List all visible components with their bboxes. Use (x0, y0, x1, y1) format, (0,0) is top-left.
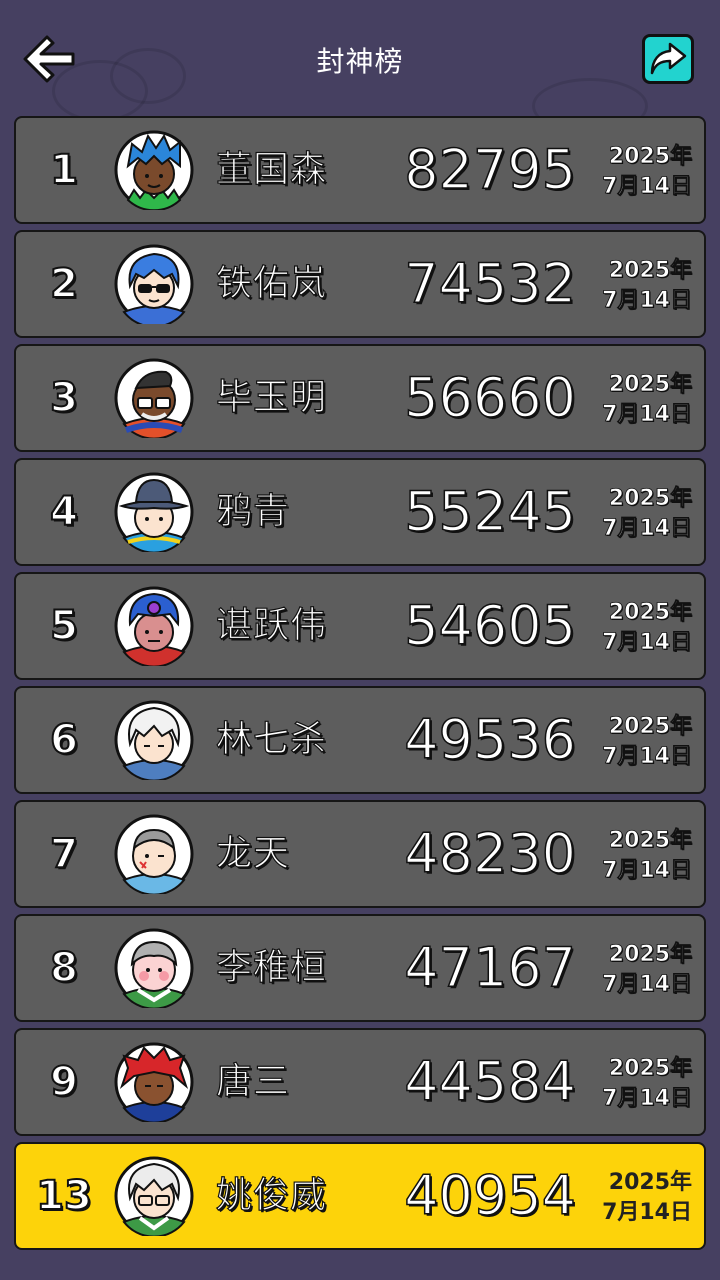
avatar (114, 244, 194, 324)
score-date: 2025年 7月14日 (582, 826, 693, 886)
player-name: 林七杀 (215, 718, 328, 760)
date-year: 2025年 (608, 144, 692, 170)
score-date: 2025年 7月14日 (582, 940, 693, 1000)
date-year: 2025年 (608, 600, 692, 626)
avatar (114, 928, 194, 1008)
rank-number: 9 (49, 1058, 79, 1106)
score-date: 2025年 7月14日 (582, 484, 693, 544)
player-score: 74532 (403, 251, 576, 316)
date-day: 7月14日 (602, 744, 693, 770)
avatar (114, 814, 194, 894)
score-date: 2025年 7月14日 (582, 370, 693, 430)
share-arrow-icon (650, 42, 687, 75)
date-day: 7月14日 (602, 1200, 692, 1225)
player-score: 44584 (403, 1049, 576, 1114)
leaderboard-row[interactable]: 6 林七杀 49536 2025年 7月14日 (14, 686, 706, 794)
player-score: 47167 (403, 935, 576, 1000)
date-day: 7月14日 (602, 288, 693, 314)
leaderboard-row[interactable]: 7 龙天 48230 2025年 7月14日 (14, 800, 706, 908)
player-score: 56660 (403, 365, 576, 430)
leaderboard-row[interactable]: 9 唐三 44584 2025年 7月14日 (14, 1028, 706, 1136)
avatar (114, 472, 194, 552)
player-name: 唐三 (215, 1060, 291, 1102)
leaderboard-row[interactable]: 3 毕玉明 56660 2025年 7月14日 (14, 344, 706, 452)
player-score: 40954 (403, 1163, 576, 1228)
rank-number: 1 (49, 146, 79, 194)
player-score: 55245 (403, 479, 576, 544)
player-name: 姚俊威 (215, 1174, 328, 1216)
date-day: 7月14日 (602, 402, 693, 428)
player-name: 李稚桓 (215, 946, 328, 988)
leaderboard-row[interactable]: 8 李稚桓 47167 2025年 7月14日 (14, 914, 706, 1022)
date-year: 2025年 (608, 372, 692, 398)
avatar (114, 1042, 194, 1122)
rank-number: 8 (49, 944, 79, 992)
rank-number: 2 (49, 260, 79, 308)
date-year: 2025年 (608, 942, 692, 968)
page-title: 封神榜 (316, 45, 404, 78)
share-button[interactable] (642, 34, 694, 84)
date-day: 7月14日 (602, 174, 693, 200)
date-day: 7月14日 (602, 1086, 693, 1112)
avatar (114, 358, 194, 438)
date-year: 2025年 (608, 714, 692, 740)
rank-number: 6 (49, 716, 79, 764)
score-date: 2025年 7月14日 (582, 598, 693, 658)
current-player-row[interactable]: 13 姚俊威 40954 2025年 7月14日 (14, 1142, 706, 1250)
score-date: 2025年 7月14日 (582, 142, 693, 202)
avatar (114, 1156, 194, 1236)
player-score: 49536 (403, 707, 576, 772)
date-year: 2025年 (608, 1170, 692, 1195)
rank-number: 7 (49, 830, 79, 878)
player-score: 82795 (403, 137, 576, 202)
score-date: 2025年 7月14日 (582, 712, 693, 772)
date-day: 7月14日 (602, 858, 693, 884)
player-name: 毕玉明 (215, 376, 328, 418)
date-year: 2025年 (608, 828, 692, 854)
leaderboard-row[interactable]: 2 铁佑岚 74532 2025年 7月14日 (14, 230, 706, 338)
player-name: 谌跃伟 (215, 604, 328, 646)
leaderboard-row[interactable]: 1 董国森 82795 2025年 7月14日 (14, 116, 706, 224)
score-date: 2025年 7月14日 (582, 256, 693, 316)
date-day: 7月14日 (602, 630, 693, 656)
player-score: 48230 (403, 821, 576, 886)
date-year: 2025年 (608, 258, 692, 284)
date-day: 7月14日 (602, 972, 693, 998)
date-year: 2025年 (608, 1056, 692, 1082)
rank-number: 4 (49, 488, 79, 536)
player-name: 鸦青 (215, 490, 291, 532)
date-day: 7月14日 (602, 516, 693, 542)
player-name: 董国森 (215, 148, 328, 190)
leaderboard-screen: 封神榜 1 董国森 82795 2025年 7月14日 2 铁佑岚 74532 … (0, 0, 720, 1280)
rank-number: 13 (35, 1172, 93, 1220)
date-year: 2025年 (608, 486, 692, 512)
leaderboard-row[interactable]: 5 谌跃伟 54605 2025年 7月14日 (14, 572, 706, 680)
player-name: 龙天 (215, 832, 291, 874)
leaderboard-row[interactable]: 4 鸦青 55245 2025年 7月14日 (14, 458, 706, 566)
leaderboard-list: 1 董国森 82795 2025年 7月14日 2 铁佑岚 74532 2025… (14, 116, 706, 1256)
rank-number: 3 (49, 374, 79, 422)
score-date: 2025年 7月14日 (582, 1168, 692, 1228)
avatar (114, 700, 194, 780)
score-date: 2025年 7月14日 (582, 1054, 693, 1114)
player-name: 铁佑岚 (215, 262, 328, 304)
player-score: 54605 (403, 593, 576, 658)
rank-number: 5 (49, 602, 79, 650)
avatar (114, 130, 194, 210)
avatar (114, 586, 194, 666)
